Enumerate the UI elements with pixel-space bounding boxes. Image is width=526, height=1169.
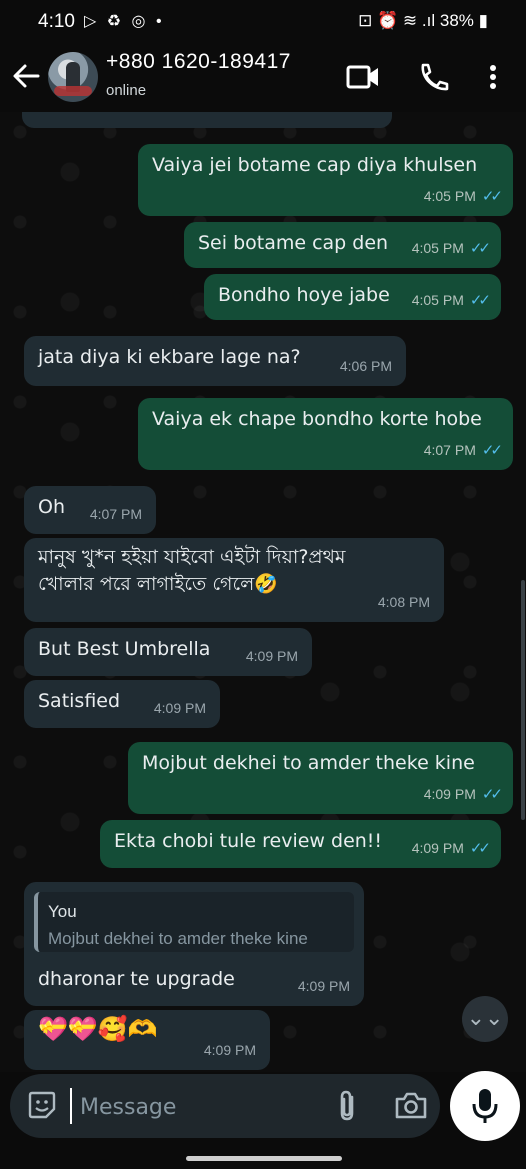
message-input[interactable]	[78, 1086, 322, 1128]
message-meta: 4:05 PM ✓✓	[411, 292, 491, 309]
quoted-text: Mojbut dekhei to amder theke kine	[48, 929, 308, 948]
text-cursor	[70, 1088, 72, 1124]
read-receipt-icon: ✓✓	[469, 840, 491, 857]
message-bubble-incoming[interactable]: jata diya ki ekbare lage na? 4:06 PM	[24, 336, 406, 386]
message-text: dharonar te upgrade	[38, 968, 235, 990]
message-text-line-1: মানুষ খু*ন হইয়া যাইবো এইটা দিয়া?প্রথম	[38, 546, 346, 568]
voice-message-button[interactable]	[450, 1071, 520, 1141]
contact-avatar[interactable]	[48, 52, 98, 102]
battery-percent: 38%	[439, 11, 474, 30]
double-chevron-down-icon: ⌄⌄	[466, 1006, 504, 1031]
read-receipt-icon: ✓✓	[469, 292, 491, 309]
message-composer	[10, 1074, 440, 1138]
message-bubble-outgoing[interactable]: Mojbut dekhei to amder theke kine 4:09 P…	[128, 742, 513, 814]
message-bubble-outgoing[interactable]: Vaiya jei botame cap diya khulsen 4:05 P…	[138, 144, 513, 216]
battery-icon: ▮	[478, 11, 488, 30]
message-bubble-incoming[interactable]: 💝💝🥰🫶 4:09 PM	[24, 1010, 270, 1070]
message-text-line-2: খোলার পরে লাগাইতে গেলে🤣	[38, 573, 278, 595]
voice-call-icon[interactable]	[416, 62, 450, 92]
message-meta: 4:09 PM ✓✓	[423, 786, 503, 803]
status-right: ⊡ ⏰ ≋ .ıl 38% ▮	[358, 11, 488, 31]
message-bubble-outgoing[interactable]: Vaiya ek chape bondho korte hobe 4:07 PM…	[138, 398, 513, 470]
quoted-author: You	[48, 902, 77, 921]
message-bubble-incoming[interactable]: Oh 4:07 PM	[24, 486, 156, 534]
status-bar: 4:10 ▷ ♻ ◎ • ⊡ ⏰ ≋ .ıl 38% ▮	[0, 0, 526, 44]
scrollbar[interactable]	[521, 580, 525, 820]
message-text: jata diya ki ekbare lage na?	[38, 346, 301, 368]
chat-header: +880 1620-189417 online	[0, 44, 526, 112]
message-bubble-incoming[interactable]: Satisfied 4:09 PM	[24, 680, 220, 728]
attach-icon[interactable]	[332, 1089, 362, 1123]
notification-icons: ▷ ♻ ◎ •	[84, 13, 165, 30]
message-text: But Best Umbrella	[38, 638, 211, 660]
message-time: 4:09 PM	[297, 978, 350, 994]
message-text: মানুষ খু*ন হইয়া যাইবো এইটা দিয়া?প্রথম …	[38, 544, 345, 598]
more-options-icon[interactable]	[478, 62, 508, 92]
message-meta: 4:05 PM ✓✓	[411, 240, 491, 257]
message-text: Bondho hoye jabe	[218, 284, 390, 306]
message-bubble-outgoing[interactable]: Sei botame cap den 4:05 PM ✓✓	[184, 222, 501, 268]
message-meta: 4:05 PM ✓✓	[423, 188, 503, 205]
contact-status: online	[106, 82, 147, 99]
scroll-to-bottom-button[interactable]: ⌄⌄	[462, 996, 508, 1042]
message-text: Mojbut dekhei to amder theke kine	[142, 752, 475, 774]
home-indicator[interactable]	[186, 1156, 342, 1161]
message-list[interactable]: Vaiya jei botame cap diya khulsen 4:05 P…	[0, 112, 526, 1072]
message-text: Vaiya ek chape bondho korte hobe	[152, 408, 482, 430]
message-text: Satisfied	[38, 690, 121, 712]
read-receipt-icon: ✓✓	[469, 240, 491, 257]
system-icons: ⊡ ⏰ ≋ .ıl	[358, 11, 436, 30]
camera-icon[interactable]	[394, 1090, 428, 1120]
message-time: 4:09 PM	[153, 700, 206, 716]
sticker-icon[interactable]	[26, 1089, 58, 1121]
read-receipt-icon: ✓✓	[481, 442, 503, 459]
message-time: 4:06 PM	[339, 358, 392, 374]
microphone-icon	[472, 1089, 498, 1123]
message-time: 4:07 PM	[89, 506, 142, 522]
message-bubble-incoming[interactable]: মানুষ খু*ন হইয়া যাইবো এইটা দিয়া?প্রথম …	[24, 538, 444, 622]
message-time: 4:08 PM	[377, 594, 430, 610]
message-meta: 4:09 PM ✓✓	[411, 840, 491, 857]
contact-name[interactable]: +880 1620-189417	[106, 50, 291, 74]
message-meta: 4:07 PM ✓✓	[423, 442, 503, 459]
message-bubble-incoming[interactable]: But Best Umbrella 4:09 PM	[24, 628, 312, 676]
read-receipt-icon: ✓✓	[481, 786, 503, 803]
video-call-icon[interactable]	[346, 62, 380, 92]
message-text: 💝💝🥰🫶	[38, 1015, 158, 1043]
message-bubble-outgoing[interactable]: Bondho hoye jabe 4:05 PM ✓✓	[204, 274, 501, 320]
status-time: 4:10	[38, 11, 75, 32]
message-text: Oh	[38, 496, 65, 518]
message-bubble-incoming-reply[interactable]: You Mojbut dekhei to amder theke kine dh…	[24, 882, 364, 1006]
quoted-message[interactable]: You Mojbut dekhei to amder theke kine	[34, 892, 354, 952]
message-time: 4:09 PM	[203, 1042, 256, 1058]
message-text: Sei botame cap den	[198, 232, 389, 254]
message-text: Vaiya jei botame cap diya khulsen	[152, 154, 478, 176]
message-bubble-cut	[22, 112, 392, 128]
back-arrow-icon[interactable]	[10, 58, 42, 94]
message-bubble-outgoing[interactable]: Ekta chobi tule review den!! 4:09 PM ✓✓	[100, 820, 501, 868]
read-receipt-icon: ✓✓	[481, 188, 503, 205]
message-time: 4:09 PM	[245, 648, 298, 664]
message-text: Ekta chobi tule review den!!	[114, 830, 383, 852]
